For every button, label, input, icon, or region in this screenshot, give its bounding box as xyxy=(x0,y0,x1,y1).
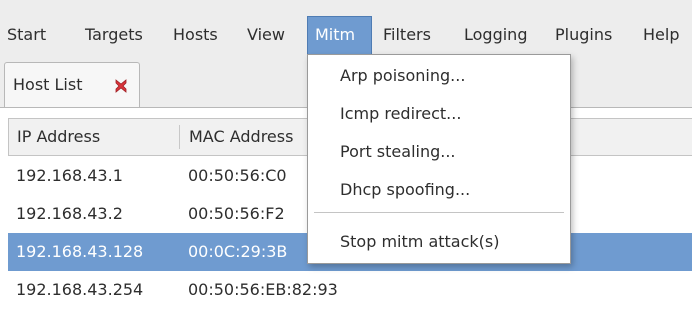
menu-help[interactable]: Help xyxy=(636,16,686,54)
menu-targets[interactable]: Targets xyxy=(78,16,150,54)
menubar: Start Targets Hosts View Mitm Filters Lo… xyxy=(0,0,692,54)
ip-cell: 192.168.43.1 xyxy=(16,166,123,185)
tab-host-list[interactable]: Host List xyxy=(4,62,140,108)
ip-cell: 192.168.43.128 xyxy=(16,242,144,261)
column-divider[interactable] xyxy=(179,125,180,149)
mitm-dropdown-menu: Arp poisoning... Icmp redirect... Port s… xyxy=(307,54,571,264)
menu-item-dhcp-spoofing[interactable]: Dhcp spoofing... xyxy=(308,173,570,207)
mac-cell: 00:50:56:EB:82:93 xyxy=(188,280,338,299)
menu-plugins[interactable]: Plugins xyxy=(548,16,619,54)
menu-start[interactable]: Start xyxy=(0,16,53,54)
menu-hosts[interactable]: Hosts xyxy=(166,16,225,54)
menu-item-icmp-redirect[interactable]: Icmp redirect... xyxy=(308,97,570,131)
menu-logging[interactable]: Logging xyxy=(457,16,534,54)
close-icon[interactable] xyxy=(115,78,127,93)
menu-separator xyxy=(314,212,564,213)
mac-cell: 00:50:56:C0 xyxy=(188,166,287,185)
menu-item-stop-mitm[interactable]: Stop mitm attack(s) xyxy=(308,225,570,259)
table-row[interactable]: 192.168.43.254 00:50:56:EB:82:93 xyxy=(8,271,692,309)
column-header-ip[interactable]: IP Address xyxy=(9,119,100,155)
menu-item-arp-poisoning[interactable]: Arp poisoning... xyxy=(308,59,570,93)
tab-host-list-label: Host List xyxy=(13,75,83,94)
column-header-mac[interactable]: MAC Address xyxy=(181,119,293,155)
ip-cell: 192.168.43.2 xyxy=(16,204,123,223)
menu-mitm[interactable]: Mitm xyxy=(307,16,372,54)
mac-cell: 00:50:56:F2 xyxy=(188,204,285,223)
ip-cell: 192.168.43.254 xyxy=(16,280,144,299)
menu-filters[interactable]: Filters xyxy=(376,16,438,54)
menu-view[interactable]: View xyxy=(240,16,292,54)
menu-item-port-stealing[interactable]: Port stealing... xyxy=(308,135,570,169)
mac-cell: 00:0C:29:3B xyxy=(188,242,288,261)
